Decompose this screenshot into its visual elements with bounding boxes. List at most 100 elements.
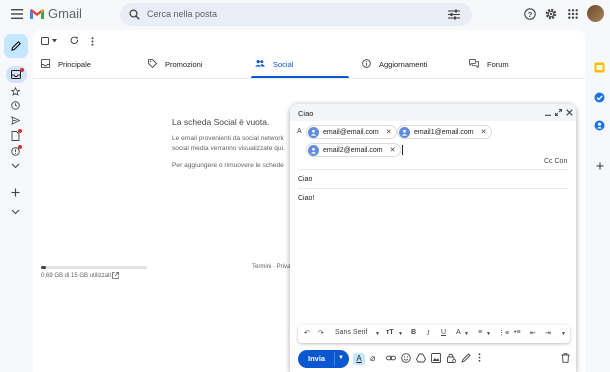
close-icon[interactable] xyxy=(566,109,573,116)
remove-recipient-icon[interactable]: ✕ xyxy=(390,146,396,154)
signature-icon[interactable] xyxy=(461,353,471,363)
font-size-icon[interactable]: тT xyxy=(386,329,394,336)
select-all-checkbox[interactable] xyxy=(41,37,49,45)
minimize-icon[interactable] xyxy=(545,111,551,116)
redo-icon[interactable]: ↷ xyxy=(318,329,324,337)
calendar-icon[interactable] xyxy=(594,62,605,73)
bulleted-list-icon[interactable]: •≡ xyxy=(514,329,521,336)
help-icon[interactable]: ? xyxy=(524,8,536,20)
text-color-icon[interactable]: A xyxy=(456,329,461,336)
cc-bcc-links[interactable]: Cc Con xyxy=(544,158,567,165)
tab-divider xyxy=(33,78,585,79)
open-in-new-icon[interactable] xyxy=(112,272,119,279)
clock-icon[interactable] xyxy=(11,101,20,110)
indent-more-icon[interactable]: ⇥ xyxy=(545,329,551,337)
numbered-list-icon[interactable]: ⋮≡ xyxy=(498,329,509,337)
tasks-icon[interactable] xyxy=(594,92,605,103)
tab-promozioni[interactable]: Promozioni xyxy=(148,54,203,78)
insert-link-icon[interactable] xyxy=(386,353,396,363)
more-vert-icon[interactable] xyxy=(91,37,94,46)
contact-avatar-icon xyxy=(308,126,319,138)
tab-social[interactable]: Social xyxy=(255,54,293,78)
storage-label: 0,69 GB di 15 GB utilizzati xyxy=(41,273,112,279)
main-menu-icon[interactable] xyxy=(11,9,23,19)
star-icon[interactable] xyxy=(11,87,20,96)
people-icon xyxy=(255,54,265,68)
font-dropdown-icon[interactable]: ▼ xyxy=(375,331,380,337)
contacts-icon[interactable] xyxy=(594,120,605,131)
discard-draft-icon[interactable] xyxy=(561,353,570,363)
send-divider xyxy=(334,352,335,366)
tab-label: Promozioni xyxy=(165,60,203,69)
formatting-toolbar: ↶ ↷ Sans Serif ▼ тT ▼ B I U A ▼ ≡ ▼ ⋮≡ •… xyxy=(298,325,570,343)
recipient-chip[interactable]: email1@email.com ✕ xyxy=(397,125,492,139)
draft-icon[interactable] xyxy=(11,129,22,141)
expand-more-icon[interactable] xyxy=(11,163,20,169)
refresh-icon[interactable] xyxy=(70,36,79,45)
add-addon-icon[interactable] xyxy=(596,162,604,170)
message-body[interactable]: Ciao! xyxy=(298,195,314,202)
underline-icon[interactable]: U xyxy=(441,329,446,336)
italic-icon[interactable]: I xyxy=(427,329,429,337)
select-dropdown-icon[interactable] xyxy=(52,39,57,43)
emoji-icon[interactable] xyxy=(401,353,411,363)
undo-icon[interactable]: ↶ xyxy=(304,329,310,337)
recipient-chip[interactable]: email@email.com ✕ xyxy=(306,125,397,139)
formatting-options-icon[interactable]: A xyxy=(353,353,365,365)
attach-file-icon[interactable]: ⌀ xyxy=(370,353,375,364)
search-options-icon[interactable] xyxy=(448,9,460,20)
important-icon[interactable] xyxy=(11,145,22,156)
send-options-icon[interactable]: ▼ xyxy=(338,355,344,361)
tab-label: Forum xyxy=(487,60,509,69)
settings-gear-icon[interactable] xyxy=(545,8,557,20)
empty-state-title: La scheda Social è vuota. xyxy=(172,117,270,127)
info-icon xyxy=(362,54,371,68)
subject-divider xyxy=(298,188,568,189)
search-bar[interactable]: Cerca nella posta xyxy=(120,3,472,26)
footer-links[interactable]: Termini · Privac xyxy=(252,264,293,270)
text-color-dropdown-icon[interactable]: ▼ xyxy=(464,331,469,337)
more-formatting-icon[interactable]: ▼ xyxy=(561,331,566,337)
search-icon[interactable] xyxy=(129,9,140,20)
send-label: Invia xyxy=(308,354,326,363)
subject-field[interactable]: Ciao xyxy=(298,176,312,183)
confidential-mode-icon[interactable] xyxy=(446,353,456,363)
compose-header[interactable]: Ciao xyxy=(290,104,576,121)
expand-labels-icon[interactable] xyxy=(11,209,20,215)
empty-state-line1: Le email provenienti da social network xyxy=(172,135,284,142)
tag-icon xyxy=(148,54,157,68)
recipient-chip[interactable]: email2@email.com ✕ xyxy=(306,143,401,157)
font-size-dropdown-icon[interactable]: ▼ xyxy=(398,331,403,337)
to-divider xyxy=(298,169,568,170)
avatar[interactable] xyxy=(587,5,604,22)
drive-icon[interactable] xyxy=(416,353,426,363)
storage-bar xyxy=(41,266,147,269)
add-label-icon[interactable] xyxy=(11,188,20,197)
send-icon[interactable] xyxy=(11,116,20,125)
tab-principale[interactable]: Principale xyxy=(41,54,91,78)
apps-grid-icon[interactable] xyxy=(568,9,578,19)
remove-recipient-icon[interactable]: ✕ xyxy=(481,128,487,136)
tab-aggiornamenti[interactable]: Aggiornamenti xyxy=(362,54,427,78)
empty-state-line3: Per aggiungere o rimuovere le schede xyxy=(172,162,284,169)
nav-inbox[interactable] xyxy=(6,66,27,83)
compose-button[interactable] xyxy=(4,34,28,58)
insert-photo-icon[interactable] xyxy=(431,353,441,363)
search-input[interactable]: Cerca nella posta xyxy=(147,9,217,19)
compose-title: Ciao xyxy=(298,109,314,118)
indent-less-icon[interactable]: ⇤ xyxy=(530,329,536,337)
storage-bar-fill xyxy=(41,266,46,269)
align-dropdown-icon[interactable]: ▼ xyxy=(486,331,491,337)
align-icon[interactable]: ≡ xyxy=(478,329,482,336)
tab-forum[interactable]: Forum xyxy=(469,54,509,78)
recipient-email: email1@email.com xyxy=(414,128,474,136)
remove-recipient-icon[interactable]: ✕ xyxy=(386,128,392,136)
to-input-cursor[interactable] xyxy=(402,145,403,155)
bold-icon[interactable]: B xyxy=(411,329,416,336)
more-options-icon[interactable] xyxy=(478,353,481,362)
gmail-logo-icon[interactable] xyxy=(29,8,45,20)
send-button[interactable]: Invia ▼ xyxy=(298,350,349,368)
fullscreen-icon[interactable] xyxy=(555,109,562,116)
inbox-icon xyxy=(41,54,50,68)
font-select[interactable]: Sans Serif xyxy=(335,329,367,336)
